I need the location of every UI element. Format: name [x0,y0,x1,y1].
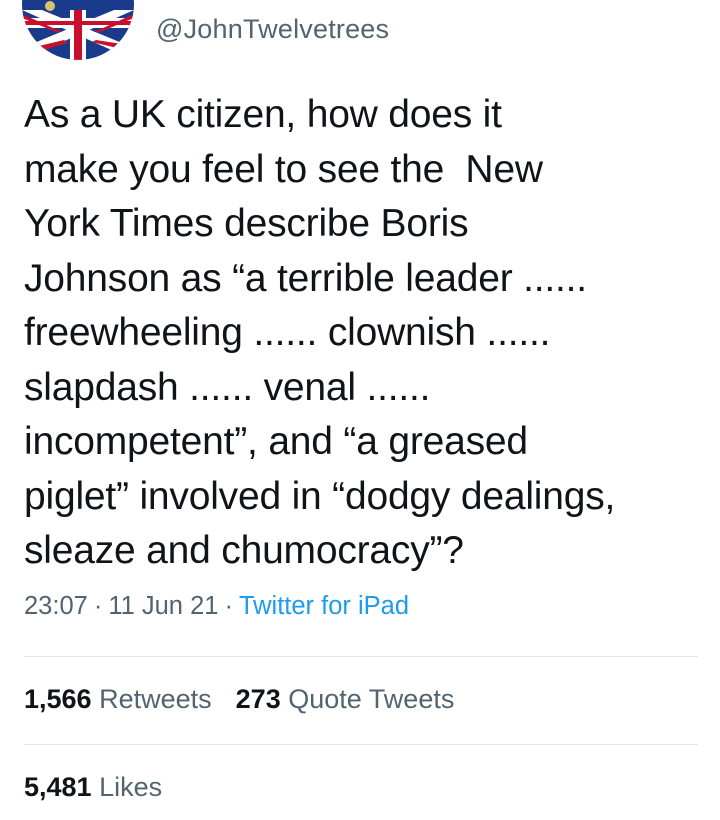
quote-tweets-stat[interactable]: 273 Quote Tweets [236,684,455,714]
tweet-time[interactable]: 23:07 [24,592,88,620]
tweet-text-line: make you feel to see the New [24,147,543,191]
tweet-meta: 23:07 · 11 Jun 21 · Twitter for iPad [24,592,409,621]
tweet-header: @JohnTwelvetrees [0,0,720,70]
tweet-text-line: slapdash ...... venal ...... [24,365,431,409]
union-jack-flag-icon [22,0,134,60]
retweets-stat[interactable]: 1,566 Retweets [24,684,212,714]
tweet-text-line: As a UK citizen, how does it [24,93,502,136]
likes-label: Likes [99,772,163,802]
divider [24,744,698,745]
separator-dot: · [93,592,103,620]
tweet-text-line: incompetent”, and “a greased [24,420,528,463]
quote-tweets-count: 273 [235,684,281,714]
quote-tweets-label: Quote Tweets [288,684,455,714]
tweet-source-link[interactable]: Twitter for iPad [239,592,409,620]
divider [24,656,698,657]
separator-dot: · [224,592,233,620]
retweets-count: 1,566 [24,684,92,714]
tweet-text-line: sleaze and chumocracy”? [24,529,464,572]
tweet-text-line: York Times describe Boris [24,202,469,245]
tweet-date[interactable]: 11 Jun 21 [108,592,218,620]
retweets-label: Retweets [99,684,212,714]
likes-stats: 5,481 Likes [24,772,162,803]
tweet-text-line: freewheeling ...... clownish ...... [24,311,551,354]
likes-count: 5,481 [24,772,92,802]
tweet-text-line: piglet” involved in “dodgy dealings, [24,474,616,518]
engagement-stats: 1,566 Retweets 273 Quote Tweets [24,684,478,715]
tweet-body: As a UK citizen, how does it make you fe… [24,88,708,579]
avatar[interactable] [22,0,134,60]
tweet-text-line: Johnson as “a terrible leader ...... [24,256,587,300]
author-handle[interactable]: @JohnTwelvetrees [156,14,389,45]
likes-stat[interactable]: 5,481 Likes [24,772,162,802]
